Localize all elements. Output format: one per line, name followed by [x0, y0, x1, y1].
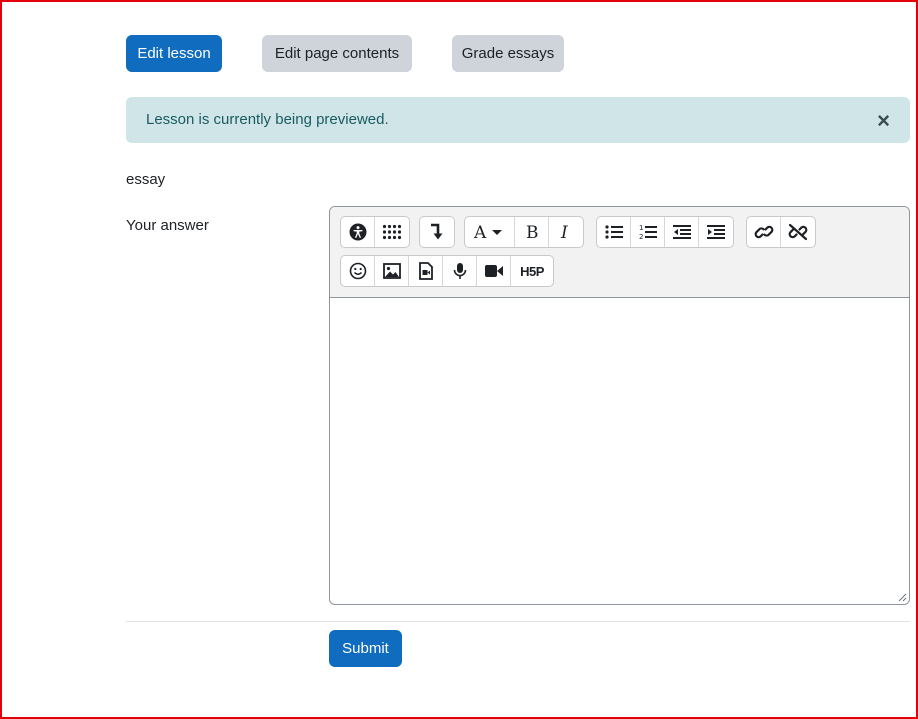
- ordered-list-icon[interactable]: 12: [631, 217, 665, 247]
- question-title: essay: [126, 171, 166, 188]
- unordered-list-icon[interactable]: [597, 217, 631, 247]
- editor-toolbar: A B I 12 H5P: [330, 207, 909, 298]
- image-icon[interactable]: [375, 256, 409, 286]
- svg-text:A: A: [474, 223, 487, 241]
- svg-text:1: 1: [639, 224, 643, 232]
- answer-textarea[interactable]: [330, 298, 909, 604]
- preview-alert: Lesson is currently being previewed. ×: [126, 97, 910, 143]
- emoji-icon[interactable]: [341, 256, 375, 286]
- edit-lesson-button[interactable]: Edit lesson: [126, 35, 222, 72]
- link-icon[interactable]: [747, 217, 781, 247]
- svg-text:2: 2: [639, 233, 643, 241]
- answer-editor[interactable]: A B I 12 H5P: [329, 206, 910, 605]
- accessibility-checker-icon[interactable]: [341, 217, 375, 247]
- close-icon[interactable]: ×: [877, 97, 890, 143]
- submit-button[interactable]: Submit: [329, 630, 402, 667]
- h5p-icon[interactable]: H5P: [511, 256, 553, 286]
- toolbar-group-insert: [419, 216, 455, 248]
- toolbar-group-media: H5P: [340, 255, 554, 287]
- svg-text:I: I: [560, 223, 568, 241]
- form-divider: [126, 621, 910, 622]
- answer-label: Your answer: [126, 217, 209, 234]
- italic-icon[interactable]: I: [549, 217, 583, 247]
- insert-arrow-icon[interactable]: [420, 217, 454, 247]
- record-video-icon[interactable]: [477, 256, 511, 286]
- alert-message: Lesson is currently being previewed.: [146, 111, 389, 128]
- svg-text:B: B: [526, 223, 539, 241]
- record-audio-icon[interactable]: [443, 256, 477, 286]
- resize-handle-icon[interactable]: [897, 592, 907, 602]
- media-file-icon[interactable]: [409, 256, 443, 286]
- bold-icon[interactable]: B: [515, 217, 549, 247]
- unlink-icon[interactable]: [781, 217, 815, 247]
- toolbar-group-lists: 12: [596, 216, 734, 248]
- font-color-icon[interactable]: A: [465, 217, 515, 247]
- more-buttons-grid-icon[interactable]: [375, 217, 409, 247]
- grade-essays-button[interactable]: Grade essays: [452, 35, 564, 72]
- toolbar-group-links: [746, 216, 816, 248]
- toolbar-group-accessibility: [340, 216, 410, 248]
- indent-icon[interactable]: [699, 217, 733, 247]
- toolbar-group-formatting: A B I: [464, 216, 584, 248]
- edit-page-contents-button[interactable]: Edit page contents: [262, 35, 412, 72]
- outdent-icon[interactable]: [665, 217, 699, 247]
